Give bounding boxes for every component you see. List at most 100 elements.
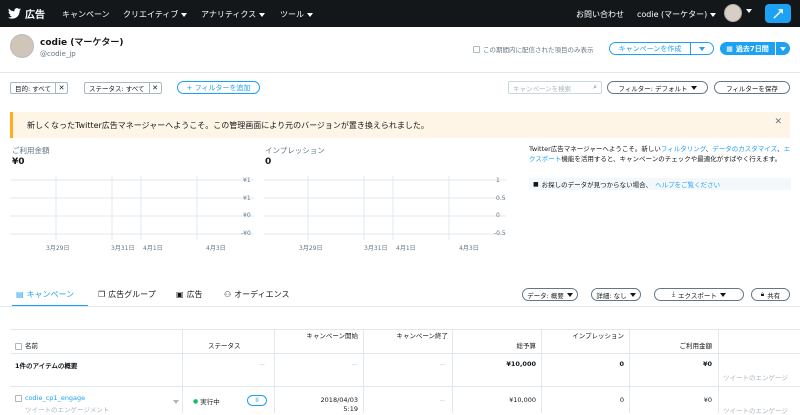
create-campaign-label: キャンペーンを作成 bbox=[618, 44, 682, 53]
account-handle: @codie_jp bbox=[40, 49, 76, 58]
search-icon: ⌕ bbox=[593, 83, 597, 91]
help-link[interactable]: ヘルプをご覧ください bbox=[655, 179, 720, 189]
summary-objective-sub: ツイートのエンゲージ bbox=[723, 374, 788, 382]
only-delivered-checkbox[interactable]: この期間内に配信された項目のみ表示 bbox=[473, 44, 594, 54]
chevron-down-icon bbox=[710, 12, 717, 17]
filter-chip-objective[interactable]: 目的: すべて ✕ bbox=[10, 82, 69, 94]
nav-tools-label: ツール bbox=[280, 10, 304, 19]
link-filtering[interactable]: フィルタリング bbox=[661, 145, 706, 153]
tab-ad-groups-label: 広告グループ bbox=[108, 290, 156, 299]
header-divider bbox=[0, 72, 800, 73]
nav-analytics[interactable]: アナリティクス bbox=[201, 9, 266, 20]
save-filter-button[interactable]: フィルターを保存 bbox=[714, 81, 790, 94]
create-campaign-menu-button[interactable] bbox=[690, 42, 714, 55]
tab-audiences[interactable]: ⚇ オーディエンス bbox=[224, 289, 289, 300]
account-menu-label: codie (マーケター) bbox=[637, 10, 708, 19]
column-divider bbox=[363, 329, 364, 413]
col-header-end[interactable]: キャンペーン終了 bbox=[390, 332, 448, 340]
chevron-down-icon bbox=[629, 292, 636, 297]
impressions-label: インプレッション bbox=[265, 146, 325, 155]
pause-icon: II bbox=[255, 397, 259, 404]
tab-ads[interactable]: ▣ 広告 bbox=[176, 289, 203, 300]
avatar-menu-toggle[interactable] bbox=[746, 9, 752, 13]
nav-creatives[interactable]: クリエイティブ bbox=[123, 9, 188, 20]
compose-tweet-button[interactable] bbox=[765, 4, 791, 23]
data-view-button[interactable]: データ: 概要 bbox=[522, 288, 578, 301]
chevron-down-icon bbox=[181, 12, 188, 17]
close-icon[interactable]: ✕ bbox=[148, 83, 161, 93]
nav-tools[interactable]: ツール bbox=[280, 9, 313, 20]
row-objective-sub: ツイートのエンゲージ bbox=[723, 407, 788, 415]
spend-x-tick: 3月31日 bbox=[111, 245, 135, 252]
spend-x-tick: 4月3日 bbox=[206, 245, 226, 252]
brand[interactable]: 広告 bbox=[8, 6, 45, 21]
col-header-name-label: 名前 bbox=[25, 342, 38, 350]
close-icon[interactable]: ✕ bbox=[55, 83, 67, 93]
filter-status-label: ステータス: すべて bbox=[89, 85, 145, 93]
add-filter-button[interactable]: + フィルターを追加 bbox=[177, 81, 260, 94]
col-header-budget[interactable]: 総予算 bbox=[470, 342, 537, 350]
spend-value: ¥0 bbox=[12, 157, 25, 167]
impressions-value: 0 bbox=[265, 157, 272, 167]
column-divider bbox=[541, 329, 542, 413]
date-range-button[interactable]: ▦ 過去7日間 bbox=[720, 42, 775, 55]
table-row[interactable]: codie_cp1_engage bbox=[15, 394, 85, 402]
filter-chip-status[interactable]: ステータス: すべて ✕ bbox=[84, 82, 162, 94]
imp-x-tick: 3月31日 bbox=[364, 245, 388, 252]
campaign-name-link[interactable]: codie_cp1_engage bbox=[25, 394, 85, 402]
share-button[interactable]: 🔒︎ 共有 bbox=[751, 288, 790, 301]
help-box: ■ お探しのデータが見つからない場合、 ヘルプをご覧ください bbox=[529, 178, 791, 190]
quill-icon bbox=[772, 9, 783, 19]
help-text: お探しのデータが見つからない場合、 bbox=[541, 181, 653, 189]
avatar[interactable] bbox=[724, 4, 742, 22]
select-all-checkbox[interactable] bbox=[15, 342, 22, 350]
imp-x-tick: 4月1日 bbox=[396, 245, 416, 252]
tab-ad-groups[interactable]: ❐ 広告グループ bbox=[98, 289, 156, 300]
row-end: -- bbox=[440, 396, 445, 404]
summary-end: -- bbox=[440, 360, 445, 368]
default-filter-button[interactable]: フィルター: デフォルト bbox=[607, 81, 708, 94]
col-header-impressions[interactable]: インプレッション bbox=[560, 332, 624, 340]
imp-x-tick: 4月3日 bbox=[459, 245, 479, 252]
col-header-spend[interactable]: ご利用金額 bbox=[650, 342, 713, 350]
audience-icon: ⚇ bbox=[224, 290, 232, 299]
summary-label: 1件のアイテムの概要 bbox=[15, 362, 78, 370]
export-button[interactable]: ⤓ エクスポート bbox=[654, 288, 744, 301]
link-customize-data[interactable]: データのカスタマイズ bbox=[712, 145, 777, 153]
row-checkbox[interactable] bbox=[15, 394, 22, 402]
tab-campaigns[interactable]: ▤ キャンペーン bbox=[16, 289, 74, 300]
chevron-down-icon bbox=[566, 292, 573, 297]
imp-y-tick: 0.5 bbox=[496, 195, 506, 202]
summary-start: -- bbox=[352, 360, 357, 368]
section-spacer bbox=[0, 279, 800, 280]
chevron-down-icon bbox=[690, 85, 697, 90]
create-campaign-button[interactable]: キャンペーンを作成 bbox=[609, 42, 691, 55]
spend-x-tick: 3月29日 bbox=[46, 245, 70, 252]
welcome-banner: 新しくなったTwitter広告マネージャーへようこそ。この管理画面により元のバー… bbox=[10, 112, 790, 138]
chevron-down-icon bbox=[699, 46, 705, 51]
lock-icon: 🔒︎ bbox=[760, 290, 765, 298]
only-delivered-label: この期間内に配信された項目のみ表示 bbox=[483, 46, 594, 54]
pause-button[interactable]: II bbox=[247, 395, 267, 406]
nav-contact-label: お問い合わせ bbox=[576, 10, 624, 19]
col-header-status[interactable]: ステータス bbox=[208, 342, 241, 350]
nav-campaigns[interactable]: キャンペーン bbox=[62, 9, 110, 20]
tab-ads-label: 広告 bbox=[186, 290, 203, 299]
row-menu-toggle[interactable] bbox=[173, 398, 179, 406]
spend-y-tick: -¥0 bbox=[241, 230, 251, 237]
avatar bbox=[10, 34, 34, 58]
column-divider bbox=[274, 329, 275, 413]
column-divider bbox=[629, 329, 630, 413]
account-menu[interactable]: codie (マーケター) bbox=[637, 9, 717, 20]
column-divider bbox=[182, 329, 183, 413]
search-input[interactable]: キャンペーンを検索 ⌕ bbox=[508, 81, 602, 94]
spend-label: ご利用金額 bbox=[12, 146, 50, 155]
table-top-border bbox=[10, 329, 800, 330]
date-range-menu-button[interactable] bbox=[776, 42, 790, 55]
close-icon[interactable]: ✕ bbox=[774, 117, 782, 127]
download-icon: ⤓ bbox=[672, 290, 676, 298]
nav-contact[interactable]: お問い合わせ bbox=[576, 9, 624, 20]
details-button[interactable]: 詳細: なし bbox=[591, 288, 641, 301]
col-header-name[interactable]: 名前 bbox=[15, 342, 38, 350]
col-header-start[interactable]: キャンペーン開始 bbox=[300, 332, 358, 340]
